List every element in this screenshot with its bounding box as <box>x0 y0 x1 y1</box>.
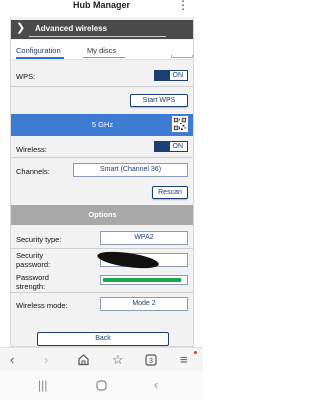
notification-dot <box>194 351 197 354</box>
wps-label: WPS: <box>16 72 36 81</box>
wireless-mode-label: Wireless mode: <box>16 301 68 310</box>
password-strength-label: Password strength: <box>16 273 49 291</box>
chevron-right-icon: ❯ <box>16 22 26 34</box>
wireless-label: Wireless: <box>16 145 47 154</box>
start-wps-button[interactable]: Start WPS <box>130 94 188 107</box>
system-nav-bar: ||| ‹ <box>0 371 203 400</box>
options-title: Options <box>88 210 117 219</box>
tabs-count: 3 <box>149 358 153 365</box>
section-title: Advanced wireless <box>35 24 108 33</box>
security-type-label: Security type: <box>16 235 62 244</box>
divider <box>11 157 193 158</box>
toggle-knob <box>155 71 170 80</box>
app-title: Hub Manager <box>72 0 130 10</box>
options-header: Options <box>11 205 193 225</box>
tab-configuration[interactable]: Configuration <box>16 46 61 55</box>
toggle-knob <box>155 142 170 151</box>
security-password-label: Security password: <box>16 251 51 269</box>
password-strength-fill <box>103 278 181 282</box>
kebab-menu-icon[interactable]: ⋮ <box>177 0 189 11</box>
wireless-toggle[interactable]: ON <box>154 141 188 152</box>
wireless-toggle-state: ON <box>172 143 184 150</box>
wps-toggle-state: ON <box>172 72 184 79</box>
forward-icon[interactable]: › <box>44 352 48 367</box>
tabs-icon[interactable]: 3 <box>144 353 158 366</box>
section-underline <box>29 36 166 37</box>
band-title: 5 GHz <box>91 120 114 129</box>
channel-select[interactable]: Smart (Channel 36) <box>73 163 188 177</box>
tab-my-discs[interactable]: My discs <box>87 46 116 55</box>
active-tab-indicator <box>16 57 64 59</box>
page-content: ❯ Advanced wireless Configuration My dis… <box>10 17 194 347</box>
back-nav-icon[interactable]: ‹ <box>154 378 158 392</box>
tab-bar: Configuration My discs <box>11 40 193 60</box>
qr-code-icon[interactable] <box>172 116 188 132</box>
password-strength-meter <box>100 275 188 285</box>
section-header[interactable]: ❯ Advanced wireless <box>11 20 193 39</box>
app-header: Hub Manager ⋮ <box>0 0 203 17</box>
recents-icon[interactable]: ||| <box>38 378 47 392</box>
wps-toggle[interactable]: ON <box>154 70 188 81</box>
bookmark-star-icon[interactable]: ☆ <box>112 352 124 367</box>
back-button[interactable]: Back <box>37 332 169 346</box>
divider <box>11 86 193 87</box>
divider <box>11 248 193 249</box>
tab-divider <box>83 57 125 58</box>
menu-icon[interactable]: ≡ <box>180 352 188 367</box>
band-header: 5 GHz <box>11 114 193 136</box>
browser-toolbar: ‹ › ☆ 3 ≡ <box>0 347 203 371</box>
scroll-hint <box>171 55 193 58</box>
back-icon[interactable]: ‹ <box>10 352 14 367</box>
wireless-mode-select[interactable]: Mode 2 <box>100 297 188 311</box>
home-icon[interactable] <box>77 353 90 366</box>
rescan-button[interactable]: Rescan <box>152 186 188 199</box>
divider <box>11 292 193 293</box>
security-type-select[interactable]: WPA2 <box>100 231 188 245</box>
channels-label: Channels: <box>16 167 50 176</box>
home-circle-icon[interactable] <box>96 380 107 391</box>
